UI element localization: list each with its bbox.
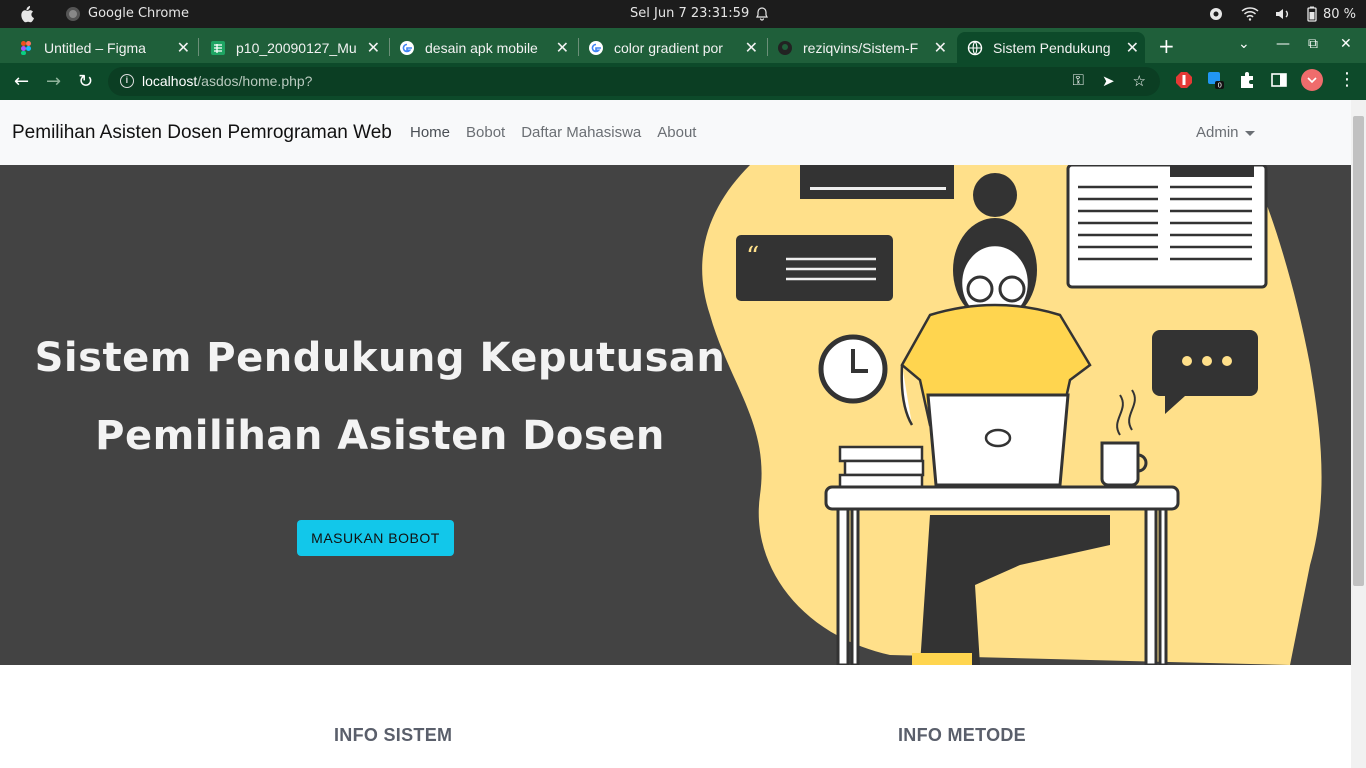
tab-title: desain apk mobile xyxy=(425,39,538,56)
maximize-icon[interactable]: ⧉ xyxy=(1308,36,1318,52)
os-top-bar: Google Chrome Sel Jun 7 23:31:59 80 % xyxy=(0,0,1366,28)
profile-avatar[interactable] xyxy=(1301,69,1323,91)
address-bar[interactable]: i localhost/asdos/home.php? ⚿ ➤ ☆ xyxy=(108,67,1160,96)
browser-toolbar: ← → ↻ i localhost/asdos/home.php? ⚿ ➤ ☆ … xyxy=(0,63,1366,100)
sheets-icon xyxy=(211,40,225,55)
hair-bun-shape xyxy=(973,173,1017,217)
omnibox-actions: ⚿ ➤ ☆ xyxy=(1073,72,1146,90)
adblock-extension-icon[interactable] xyxy=(1175,71,1193,89)
web-page: Pemilihan Asisten Dosen Pemrograman Web … xyxy=(0,100,1351,768)
document-shape xyxy=(1066,165,1268,289)
back-icon[interactable]: ← xyxy=(14,71,29,92)
tab-separator xyxy=(578,38,579,56)
tab-search-chevron-icon[interactable]: ⌄ xyxy=(1238,36,1250,52)
tab-title: Untitled – Figma xyxy=(44,39,146,56)
battery-level: 80 % xyxy=(1322,6,1356,22)
extension-badge-icon[interactable]: 0 xyxy=(1206,71,1224,89)
tab-separator xyxy=(767,38,768,56)
hero-banner: Sistem Pendukung Keputusan Pemilihan Asi… xyxy=(0,165,1351,665)
url-path: /asdos/home.php? xyxy=(197,73,313,89)
tab-strip: Untitled – Figma ✕ p10_20090127_Mu ✕ des… xyxy=(0,28,1366,63)
wifi-icon[interactable] xyxy=(1241,7,1259,21)
url: localhost/asdos/home.php? xyxy=(142,73,312,89)
hero-title-line1: Sistem Pendukung Keputusan xyxy=(34,335,726,381)
tab-title: Sistem Pendukung xyxy=(993,39,1111,56)
scrollbar-thumb[interactable] xyxy=(1353,116,1364,586)
hero-title-line2: Pemilihan Asisten Dosen xyxy=(95,413,665,459)
caret-down-icon xyxy=(1244,130,1255,136)
page-scrollbar[interactable] xyxy=(1351,100,1366,768)
window-close-icon[interactable]: ✕ xyxy=(1340,36,1352,52)
close-icon[interactable]: ✕ xyxy=(745,38,758,58)
tab-sheets[interactable]: p10_20090127_Mu ✕ xyxy=(210,32,386,63)
mug-shape xyxy=(1100,441,1140,487)
send-icon[interactable]: ➤ xyxy=(1102,72,1115,90)
bell-icon xyxy=(756,6,769,21)
new-tab-icon[interactable]: + xyxy=(1158,34,1175,58)
chrome-menu-icon[interactable]: ⋮ xyxy=(1338,69,1356,90)
volume-icon[interactable] xyxy=(1275,7,1291,21)
battery[interactable]: 80 % xyxy=(1307,6,1356,22)
tab-title: reziqvins/Sistem-F xyxy=(803,39,919,56)
forward-icon[interactable]: → xyxy=(46,71,61,92)
books-shape xyxy=(838,445,924,463)
close-icon[interactable]: ✕ xyxy=(1126,38,1139,58)
app-name: Google Chrome xyxy=(88,6,189,21)
side-panel-icon[interactable] xyxy=(1270,71,1288,89)
google-icon xyxy=(589,40,603,55)
nav-links: Home Bobot Daftar Mahasiswa About xyxy=(410,124,696,141)
active-app[interactable]: Google Chrome xyxy=(66,6,189,21)
desk-shape xyxy=(824,485,1180,511)
site-navbar: Pemilihan Asisten Dosen Pemrograman Web … xyxy=(0,100,1351,165)
admin-dropdown[interactable]: Admin xyxy=(1196,124,1255,141)
bookmark-star-icon[interactable]: ☆ xyxy=(1133,72,1146,90)
globe-icon xyxy=(967,40,983,55)
admin-label: Admin xyxy=(1196,124,1239,141)
navbar-brand[interactable]: Pemilihan Asisten Dosen Pemrograman Web xyxy=(12,122,392,144)
svg-text:“: “ xyxy=(746,242,759,272)
key-icon[interactable]: ⚿ xyxy=(1073,72,1084,90)
system-tray: 80 % xyxy=(1207,5,1356,23)
svg-text:0: 0 xyxy=(1218,82,1222,90)
close-icon[interactable]: ✕ xyxy=(934,38,947,58)
clock[interactable]: Sel Jun 7 23:31:59 xyxy=(630,6,769,21)
tab-separator xyxy=(198,38,199,56)
close-icon[interactable]: ✕ xyxy=(177,38,190,58)
nav-bobot[interactable]: Bobot xyxy=(466,124,505,141)
masukan-bobot-button[interactable]: MASUKAN BOBOT xyxy=(297,520,454,556)
extensions-puzzle-icon[interactable] xyxy=(1238,71,1256,89)
tab-google-search-1[interactable]: desain apk mobile ✕ xyxy=(399,32,575,63)
google-icon xyxy=(400,40,414,55)
chrome-icon xyxy=(66,6,80,21)
laptop-shape xyxy=(926,393,1070,487)
figma-icon xyxy=(21,40,31,55)
info-sistem-heading: INFO SISTEM xyxy=(334,725,453,745)
tab-active-sistem-pendukung[interactable]: Sistem Pendukung ✕ xyxy=(957,32,1145,63)
site-info-icon[interactable]: i xyxy=(120,74,134,88)
reload-icon[interactable]: ↻ xyxy=(78,71,93,92)
nav-daftar-mahasiswa[interactable]: Daftar Mahasiswa xyxy=(521,124,641,141)
nav-about[interactable]: About xyxy=(657,124,696,141)
settings-icon[interactable] xyxy=(1207,5,1225,23)
close-icon[interactable]: ✕ xyxy=(556,38,569,58)
github-icon xyxy=(778,40,792,55)
close-icon[interactable]: ✕ xyxy=(367,38,380,58)
tab-google-search-2[interactable]: color gradient por ✕ xyxy=(588,32,764,63)
tab-title: p10_20090127_Mu xyxy=(236,39,357,56)
datetime: Sel Jun 7 23:31:59 xyxy=(630,6,750,21)
battery-icon xyxy=(1307,6,1317,22)
apple-icon[interactable] xyxy=(18,5,34,27)
url-host: localhost xyxy=(142,73,198,89)
tab-figma[interactable]: Untitled – Figma ✕ xyxy=(18,32,196,63)
minimize-icon[interactable]: — xyxy=(1276,36,1290,52)
woman-laptop-illustration: “ xyxy=(702,165,1322,665)
tab-github[interactable]: reziqvins/Sistem-F ✕ xyxy=(777,32,953,63)
nav-home[interactable]: Home xyxy=(410,124,450,141)
top-card-shape xyxy=(800,165,954,199)
tab-separator xyxy=(389,38,390,56)
tab-title: color gradient por xyxy=(614,39,723,56)
info-metode-heading: INFO METODE xyxy=(898,725,1026,745)
